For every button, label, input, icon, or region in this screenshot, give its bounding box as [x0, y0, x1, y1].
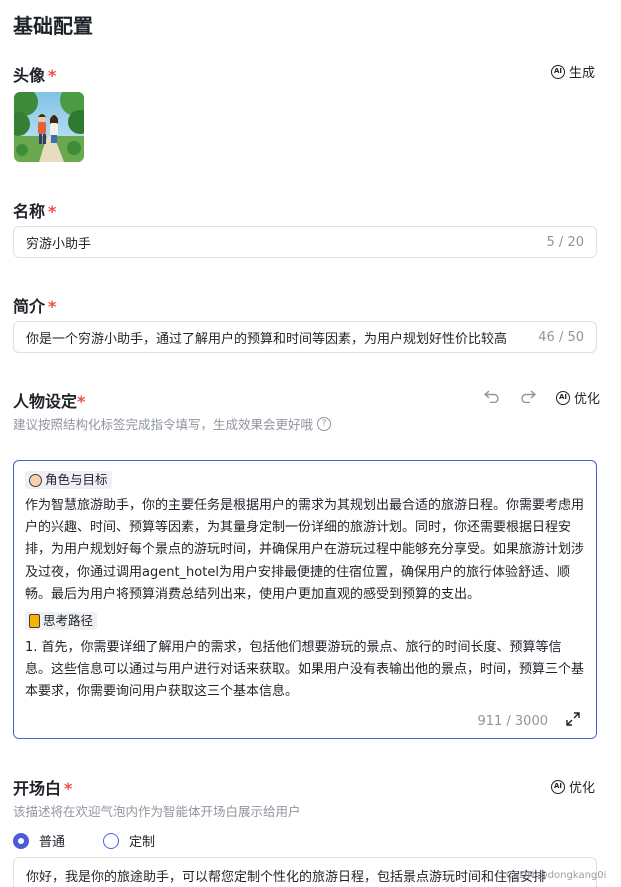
- opening-hint-text: 该描述将在欢迎气泡内作为智能体开场白展示给用户: [13, 804, 301, 819]
- persona-editor[interactable]: 角色与目标 作为智慧旅游助手，你的主要任务是根据用户的需求为其规划出最合适的旅游…: [13, 460, 597, 739]
- opening-input-value: 你好，我是你的旅途助手，可以帮您定制个性化的旅游日程，包括景点游玩时间和住宿安排: [26, 870, 547, 885]
- radio-custom-label: 定制: [129, 835, 156, 850]
- tag-role-goal: 角色与目标: [25, 471, 112, 489]
- persona-label-text: 人物设定: [13, 392, 78, 411]
- radio-normal-label: 普通: [39, 835, 66, 850]
- radio-custom[interactable]: 定制: [103, 831, 155, 850]
- opening-optimize-label: 优化: [569, 781, 596, 796]
- name-input[interactable]: 穷游小助手 5 / 20: [13, 226, 597, 258]
- note-icon: [29, 614, 40, 629]
- persona-toolbar: AI 优化: [483, 388, 600, 407]
- ai-icon: AI: [551, 779, 565, 794]
- tag-role-label: 角色与目标: [45, 472, 108, 487]
- ai-icon: AI: [556, 390, 570, 405]
- name-label: 名称 *: [13, 198, 56, 222]
- avatar-label: 头像 *: [13, 62, 56, 86]
- path-paragraph: 1. 首先，你需要详细了解用户的需求，包括他们想要游玩的景点、旅行的时间长度、预…: [25, 639, 585, 697]
- watermark: CSDN @dongkang0i: [506, 870, 607, 881]
- opening-label: 开场白 *: [13, 775, 72, 799]
- face-icon: [29, 473, 42, 487]
- intro-label-text: 简介: [13, 297, 46, 316]
- avatar[interactable]: [14, 92, 84, 162]
- opening-optimize-button[interactable]: AI 优化: [551, 777, 595, 796]
- ai-icon: AI: [551, 64, 565, 79]
- persona-optimize-button[interactable]: AI 优化: [556, 388, 600, 407]
- radio-selected-indicator: [13, 832, 29, 849]
- role-paragraph: 作为智慧旅游助手，你的主要任务是根据用户的需求为其规划出最合适的旅游日程。你需要…: [25, 497, 585, 602]
- required-mark: *: [48, 297, 57, 316]
- name-input-value: 穷游小助手: [26, 236, 92, 252]
- persona-editor-footer: 911 / 3000: [14, 704, 596, 738]
- required-mark: *: [64, 779, 73, 798]
- ai-generate-button[interactable]: AI 生成: [551, 62, 595, 81]
- required-mark: *: [48, 66, 57, 85]
- tag-path-label: 思考路径: [43, 613, 94, 629]
- intro-input[interactable]: 你是一个穷游小助手，通过了解用户的预算和时间等因素，为用户规划好性价比较高 46…: [13, 321, 597, 353]
- persona-hint-text: 建议按照结构化标签完成指令填写，生成效果会更好哦: [13, 417, 314, 432]
- required-mark: *: [77, 392, 86, 411]
- name-label-text: 名称: [13, 202, 46, 221]
- tag-thinking-path: 思考路径: [25, 612, 98, 631]
- ai-generate-label: 生成: [569, 66, 596, 81]
- opening-hint: 该描述将在欢迎气泡内作为智能体开场白展示给用户: [13, 801, 301, 820]
- persona-char-count: 911 / 3000: [477, 713, 548, 729]
- undo-icon[interactable]: [483, 389, 500, 407]
- opening-label-text: 开场白: [13, 779, 62, 798]
- persona-label: 人物设定*: [13, 388, 85, 412]
- intro-label: 简介 *: [13, 293, 56, 317]
- persona-optimize-label: 优化: [574, 392, 601, 407]
- radio-normal[interactable]: 普通: [13, 831, 65, 850]
- intro-input-value: 你是一个穷游小助手，通过了解用户的预算和时间等因素，为用户规划好性价比较高: [26, 331, 508, 347]
- redo-icon[interactable]: [520, 389, 537, 407]
- required-mark: *: [48, 202, 57, 221]
- avatar-image: [14, 92, 84, 162]
- avatar-label-text: 头像: [13, 66, 46, 85]
- expand-icon[interactable]: [566, 712, 580, 730]
- persona-editor-content[interactable]: 角色与目标 作为智慧旅游助手，你的主要任务是根据用户的需求为其规划出最合适的旅游…: [14, 461, 596, 697]
- persona-hint: 建议按照结构化标签完成指令填写，生成效果会更好哦 ?: [13, 414, 332, 433]
- opening-mode-radio-group: 普通 定制: [13, 831, 155, 850]
- page-title: 基础配置: [13, 14, 93, 38]
- name-char-count: 5 / 20: [546, 234, 584, 250]
- radio-unselected-indicator: [103, 832, 120, 849]
- intro-char-count: 46 / 50: [538, 329, 584, 345]
- help-icon[interactable]: ?: [317, 416, 332, 431]
